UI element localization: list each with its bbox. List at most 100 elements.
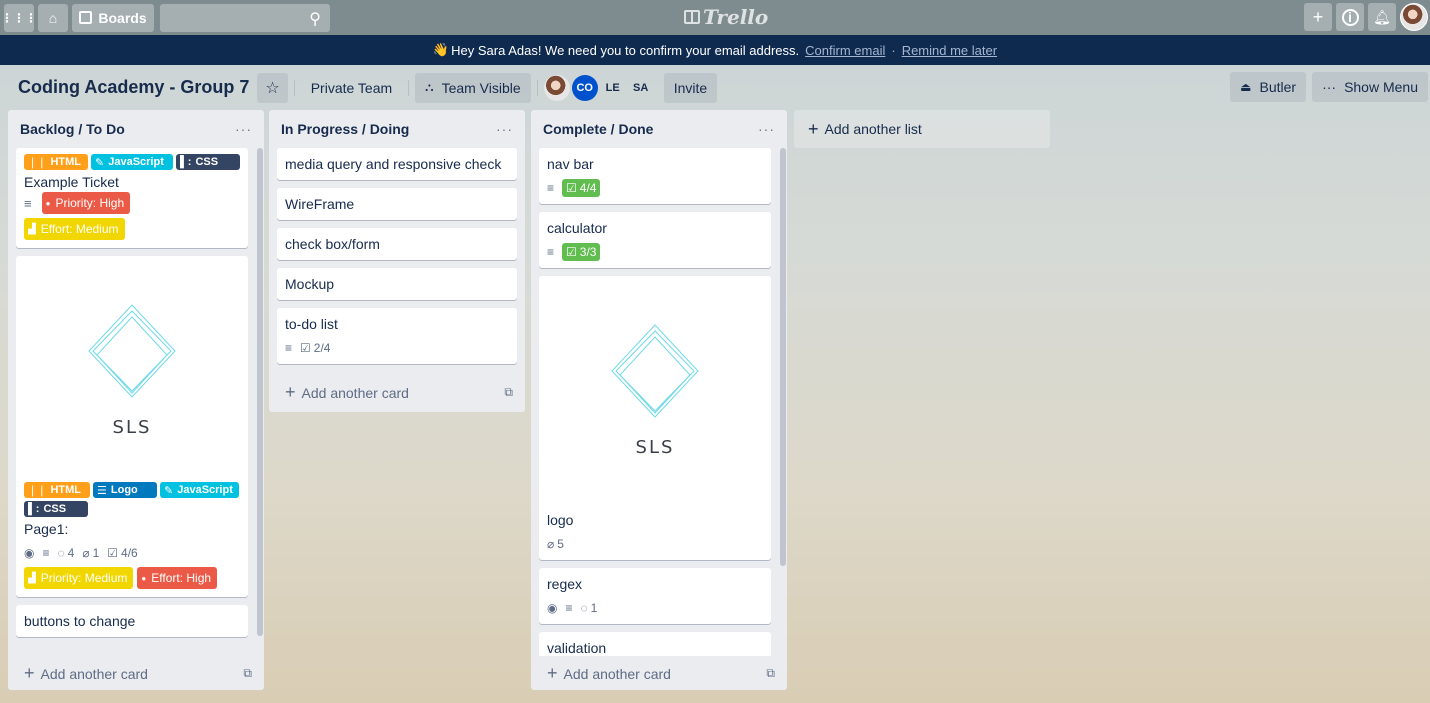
label-css[interactable]: ▌: CSS	[24, 501, 88, 517]
add-card-button[interactable]: + Add another card ⧉	[269, 372, 525, 412]
list-title[interactable]: Backlog / To Do	[20, 121, 125, 137]
top-header: ⋮⋮⋮ ⌂ Boards ⚲ Trello + i 🔔︎	[0, 0, 1430, 35]
card-title: check box/form	[285, 236, 380, 252]
list-menu-icon[interactable]: ···	[235, 121, 252, 137]
user-avatar[interactable]	[1400, 3, 1428, 31]
css-icon: ▌:	[180, 156, 192, 168]
label-javascript[interactable]: ✎ JavaScript	[160, 482, 239, 498]
list-menu-icon[interactable]: ···	[758, 121, 775, 137]
template-icon[interactable]: ⧉	[504, 385, 513, 400]
star-button[interactable]: ☆	[257, 72, 288, 103]
scrollbar[interactable]	[780, 148, 786, 566]
team-icon: ⛬	[425, 80, 434, 94]
flag-icon: ▟	[28, 223, 36, 235]
card-calculator[interactable]: calculator ≡ ☑ 3/3	[539, 212, 771, 268]
watch-badge: ◉	[24, 546, 34, 560]
card-media-query[interactable]: media query and responsive check	[277, 148, 517, 180]
tag-priority-medium: ▟ Priority: Medium	[24, 567, 134, 589]
create-button[interactable]: +	[1304, 3, 1332, 31]
label-javascript[interactable]: ✎ JavaScript	[91, 154, 173, 170]
list-backlog: Backlog / To Do ··· ❘❘ HTML ✎ JavaScript ▌…	[8, 110, 264, 690]
team-button[interactable]: Private Team	[301, 73, 402, 103]
description-badge: ≡	[547, 181, 554, 195]
card-to-do-list[interactable]: to-do list ≡ ☑ 2/4	[277, 308, 517, 364]
checklist-icon: ☑	[107, 546, 119, 560]
card-mockup[interactable]: Mockup	[277, 268, 517, 300]
label-logo[interactable]: ☰ Logo	[93, 482, 157, 498]
scrollbar[interactable]	[257, 148, 263, 636]
member-avatar[interactable]	[543, 74, 570, 101]
checklist-icon: ☑	[300, 341, 311, 355]
show-menu-button[interactable]: ··· Show Menu	[1312, 72, 1428, 102]
card-buttons-to-change[interactable]: buttons to change	[16, 605, 248, 637]
member-avatar[interactable]: SA	[628, 75, 654, 101]
comment-icon: ◌	[580, 601, 588, 615]
card-title: buttons to change	[24, 613, 136, 629]
plus-icon: +	[808, 118, 819, 139]
list-menu-icon[interactable]: ···	[496, 121, 513, 137]
card-badges: ≡ ☑ 4/4	[547, 178, 763, 198]
trello-logo[interactable]: Trello	[684, 5, 768, 29]
list-title[interactable]: Complete / Done	[543, 121, 653, 137]
divider	[408, 79, 410, 96]
notifications-button[interactable]: 🔔︎	[1368, 3, 1396, 31]
invite-button[interactable]: Invite	[663, 72, 718, 103]
template-icon[interactable]: ⧉	[243, 666, 252, 681]
board-title[interactable]: Coding Academy - Group 7	[10, 77, 257, 98]
apps-button[interactable]: ⋮⋮⋮	[1, 3, 37, 32]
watch-badge: ◉	[547, 601, 557, 615]
card-validation[interactable]: validation	[539, 632, 771, 656]
card-page1[interactable]: SLS ❘❘ HTML ☰ Logo ✎ JavaScript ▌: CSS Page1…	[16, 256, 248, 597]
description-icon: ≡	[42, 546, 50, 560]
board-header: Coding Academy - Group 7 ☆ Private Team …	[0, 65, 1430, 110]
list-title[interactable]: In Progress / Doing	[281, 121, 409, 137]
list-header[interactable]: Backlog / To Do ···	[8, 110, 264, 148]
cover-text: SLS	[635, 436, 675, 458]
comments-badge: ◌ 4	[57, 546, 75, 560]
butler-button[interactable]: ⏏ Butler	[1230, 72, 1307, 102]
card-title: media query and responsive check	[285, 156, 502, 172]
search-input[interactable]: ⚲	[160, 3, 330, 32]
card-regex[interactable]: regex ◉ ≡ ◌ 1	[539, 568, 771, 624]
label-html[interactable]: ❘❘ HTML	[24, 154, 88, 170]
visibility-button[interactable]: ⛬ Team Visible	[415, 72, 531, 103]
boards-icon	[79, 11, 93, 24]
description-badge: ≡	[565, 601, 572, 615]
confirm-email-link[interactable]: Confirm email	[805, 43, 885, 58]
tag-priority-high: ● Priority: High	[41, 192, 131, 214]
card-badges: ⌀ 5	[547, 534, 763, 554]
dot-icon: ●	[141, 573, 147, 583]
plus-icon: +	[24, 662, 35, 683]
template-icon[interactable]: ⧉	[766, 666, 775, 681]
card-wireframe[interactable]: WireFrame	[277, 188, 517, 220]
tag-effort-medium: ▟ Effort: Medium	[24, 218, 125, 240]
remind-later-link[interactable]: Remind me later	[902, 43, 997, 58]
info-button[interactable]: i	[1336, 3, 1364, 31]
add-card-button[interactable]: + Add another card ⧉	[531, 656, 787, 690]
add-card-button[interactable]: + Add another card ⧉	[8, 656, 264, 690]
card-title: logo	[547, 512, 574, 528]
member-avatar[interactable]: LE	[600, 75, 626, 101]
list-header[interactable]: In Progress / Doing ···	[269, 110, 525, 148]
card-logo[interactable]: SLS logo ⌀ 5	[539, 276, 771, 560]
add-list-button[interactable]: + Add another list	[794, 110, 1050, 148]
card-nav-bar[interactable]: nav bar ≡ ☑ 4/4	[539, 148, 771, 204]
boards-button[interactable]: Boards	[72, 3, 154, 32]
list-header[interactable]: Complete / Done ···	[531, 110, 787, 148]
show-menu-label: Show Menu	[1344, 79, 1418, 95]
home-button[interactable]: ⌂	[38, 3, 68, 32]
card-title: WireFrame	[285, 196, 355, 212]
plus-icon: +	[1312, 6, 1324, 27]
description-icon: ≡	[547, 245, 555, 259]
label-css[interactable]: ▌: CSS	[176, 154, 240, 170]
card-tags: ▟ Effort: Medium	[24, 218, 240, 240]
card-title: nav bar	[547, 156, 594, 172]
wave-icon: 👋	[432, 42, 450, 57]
list-complete: Complete / Done ··· nav bar ≡ ☑ 4/4 calcu…	[531, 110, 787, 690]
card-check-box-form[interactable]: check box/form	[277, 228, 517, 260]
card-example-ticket[interactable]: ❘❘ HTML ✎ JavaScript ▌: CSS Example Ticket …	[16, 148, 248, 248]
comment-icon: ◌	[57, 546, 65, 560]
label-html[interactable]: ❘❘ HTML	[24, 482, 90, 498]
member-avatar[interactable]: CO	[571, 74, 598, 101]
boards-label: Boards	[98, 9, 147, 26]
